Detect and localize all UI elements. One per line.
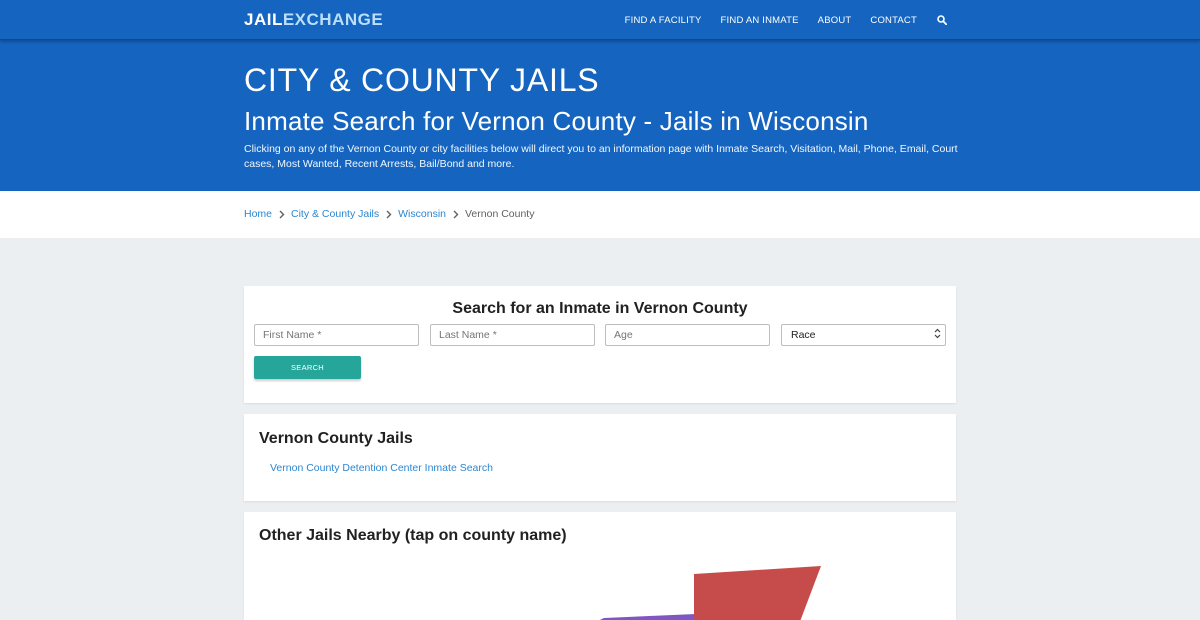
nearby-counties-map xyxy=(574,566,821,620)
jailexchange-logo[interactable]: JAILEXCHANGE xyxy=(244,10,383,30)
age-input[interactable] xyxy=(605,324,770,346)
chevron-right-icon xyxy=(453,210,459,219)
breadcrumb-wisconsin[interactable]: Wisconsin xyxy=(398,208,446,220)
page-title: Inmate Search for Vernon County - Jails … xyxy=(244,106,869,136)
last-name-input[interactable] xyxy=(430,324,595,346)
chevron-updown-icon xyxy=(934,328,941,342)
breadcrumb: Home City & County Jails Wisconsin Verno… xyxy=(244,208,534,220)
nearby-jails-card: Other Jails Nearby (tap on county name) xyxy=(244,512,956,620)
breadcrumb-current: Vernon County xyxy=(465,208,535,220)
chevron-right-icon xyxy=(386,210,392,219)
top-navbar: JAILEXCHANGE FIND A FACILITY FIND AN INM… xyxy=(0,0,1200,40)
map-county-red[interactable] xyxy=(694,566,821,620)
nav-find-a-facility[interactable]: FIND A FACILITY xyxy=(625,15,702,26)
nav-about[interactable]: ABOUT xyxy=(818,15,852,26)
search-button[interactable]: SEARCH xyxy=(254,356,361,379)
breadcrumb-home[interactable]: Home xyxy=(244,208,272,220)
main-nav: FIND A FACILITY FIND AN INMATE ABOUT CON… xyxy=(606,0,948,40)
map-county-purple[interactable] xyxy=(574,614,696,620)
race-select-value: Race xyxy=(791,329,816,341)
hero-eyebrow: CITY & COUNTY JAILS xyxy=(244,62,600,98)
search-icon[interactable] xyxy=(936,14,948,26)
nav-contact[interactable]: CONTACT xyxy=(870,15,917,26)
logo-part-jail: JAIL xyxy=(244,10,283,29)
breadcrumb-bar: Home City & County Jails Wisconsin Verno… xyxy=(0,191,1200,238)
race-select[interactable]: Race xyxy=(781,324,946,346)
search-card-title: Search for an Inmate in Vernon County xyxy=(452,300,748,317)
nav-find-an-inmate[interactable]: FIND AN INMATE xyxy=(721,15,799,26)
hero-banner: CITY & COUNTY JAILS Inmate Search for Ve… xyxy=(0,40,1200,191)
county-jails-card: Vernon County Jails Vernon County Detent… xyxy=(244,414,956,501)
jail-link-vernon-county-detention-center[interactable]: Vernon County Detention Center Inmate Se… xyxy=(270,462,493,474)
county-jails-heading: Vernon County Jails xyxy=(259,430,413,447)
chevron-right-icon xyxy=(279,210,285,219)
inmate-search-card: Search for an Inmate in Vernon County Ra… xyxy=(244,286,956,403)
breadcrumb-city-county-jails[interactable]: City & County Jails xyxy=(291,208,379,220)
logo-part-exchange: EXCHANGE xyxy=(282,10,384,29)
hero-description: Clicking on any of the Vernon County or … xyxy=(244,143,958,170)
first-name-input[interactable] xyxy=(254,324,419,346)
